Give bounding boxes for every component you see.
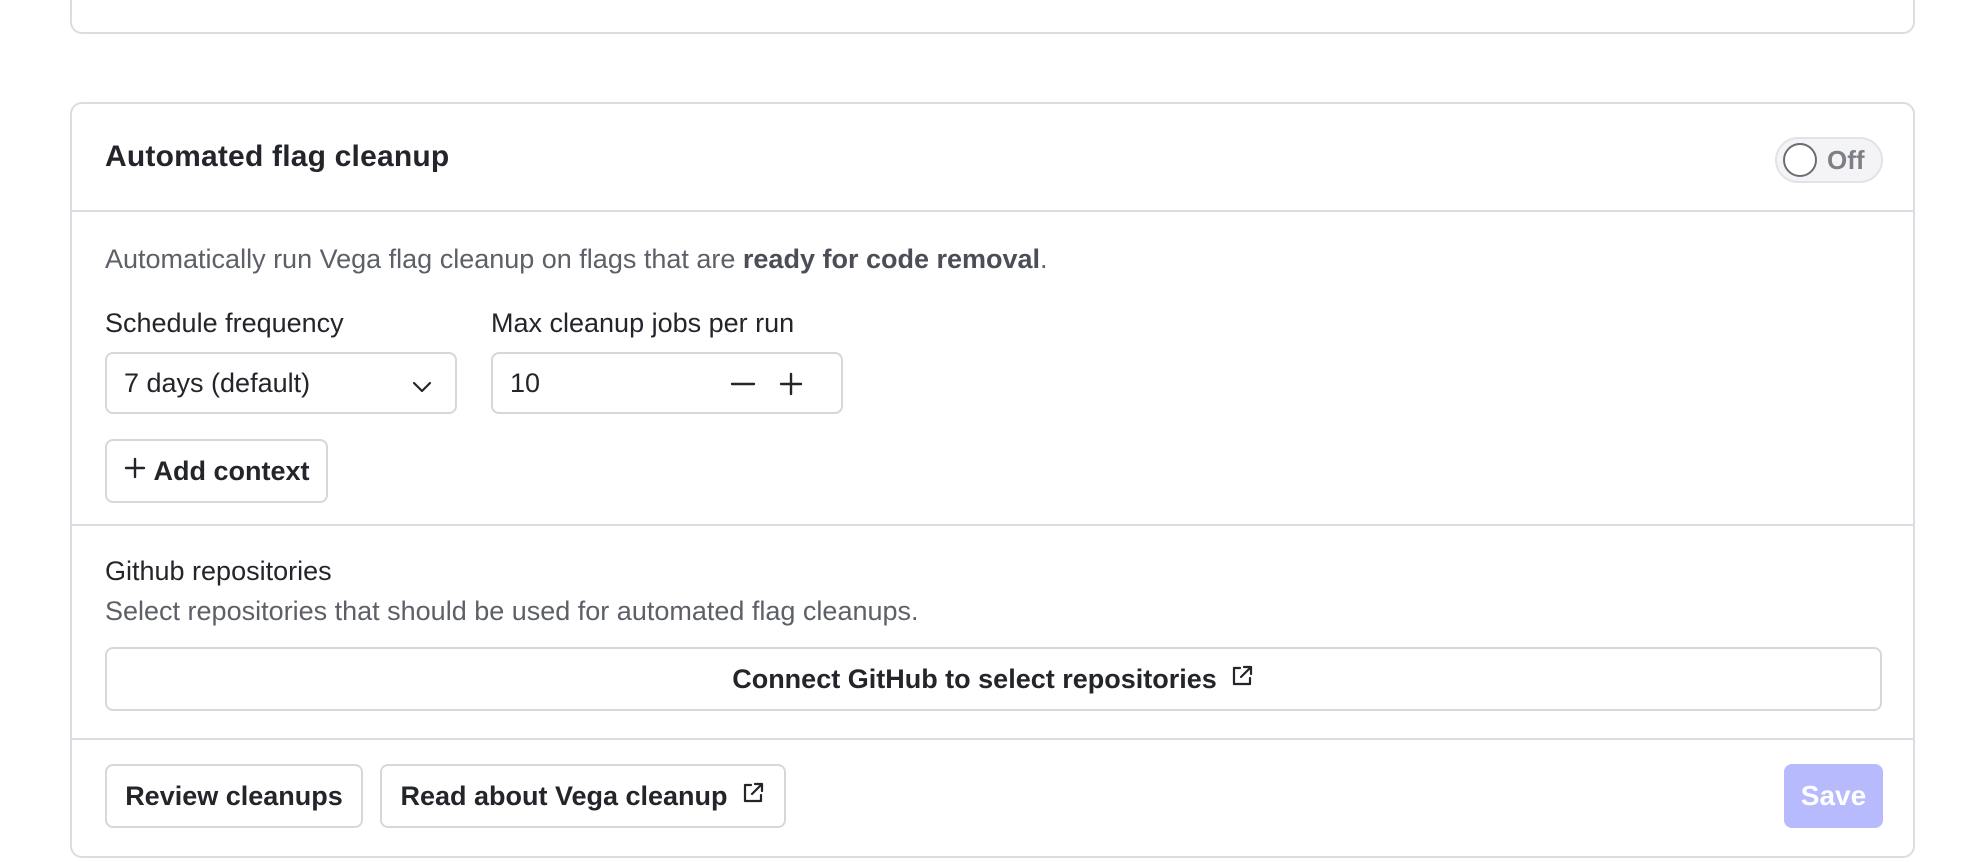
schedule-frequency-select[interactable]: 7 days (default) — [105, 352, 457, 414]
github-repositories-section: Github repositories Select repositories … — [72, 526, 1913, 740]
add-context-button[interactable]: Add context — [105, 439, 328, 503]
repositories-description: Select repositories that should be used … — [105, 596, 919, 626]
review-cleanups-label: Review cleanups — [125, 780, 343, 811]
connect-github-label: Connect GitHub to select repositories — [732, 663, 1217, 694]
automated-cleanup-card: Automated flag cleanup Off Automatically… — [70, 102, 1915, 858]
external-link-icon — [1229, 663, 1255, 696]
read-about-cleanup-button[interactable]: Read about Vega cleanup — [380, 764, 786, 828]
max-jobs-input[interactable] — [493, 366, 712, 400]
minus-icon[interactable] — [729, 370, 757, 398]
repositories-title: Github repositories — [105, 556, 332, 586]
description-suffix: . — [1040, 244, 1048, 274]
card-footer: Review cleanups Read about Vega cleanup … — [72, 740, 1913, 860]
cleanup-toggle[interactable]: Off — [1775, 137, 1883, 183]
toggle-label: Off — [1827, 144, 1865, 175]
previous-section-card — [70, 0, 1915, 34]
plus-icon[interactable] — [777, 370, 805, 398]
external-link-icon — [740, 780, 766, 813]
config-description: Automatically run Vega flag cleanup on f… — [105, 244, 1048, 275]
card-header: Automated flag cleanup Off — [72, 104, 1913, 212]
config-section: Automatically run Vega flag cleanup on f… — [72, 212, 1913, 526]
card-title: Automated flag cleanup — [105, 140, 450, 173]
max-jobs-stepper — [491, 352, 843, 414]
toggle-knob — [1783, 143, 1817, 177]
description-text: Automatically run Vega flag cleanup on f… — [105, 244, 743, 274]
plus-icon — [123, 456, 147, 487]
schedule-frequency-value: 7 days (default) — [124, 367, 311, 398]
add-context-label: Add context — [153, 455, 310, 486]
schedule-frequency-label: Schedule frequency — [105, 308, 344, 338]
description-bold: ready for code removal — [742, 244, 1041, 274]
max-jobs-label: Max cleanup jobs per run — [491, 308, 795, 338]
read-about-label: Read about Vega cleanup — [400, 780, 728, 811]
connect-github-button[interactable]: Connect GitHub to select repositories — [105, 647, 1882, 711]
chevron-down-icon — [411, 374, 433, 405]
review-cleanups-button[interactable]: Review cleanups — [105, 764, 363, 828]
save-button[interactable]: Save — [1784, 764, 1883, 828]
